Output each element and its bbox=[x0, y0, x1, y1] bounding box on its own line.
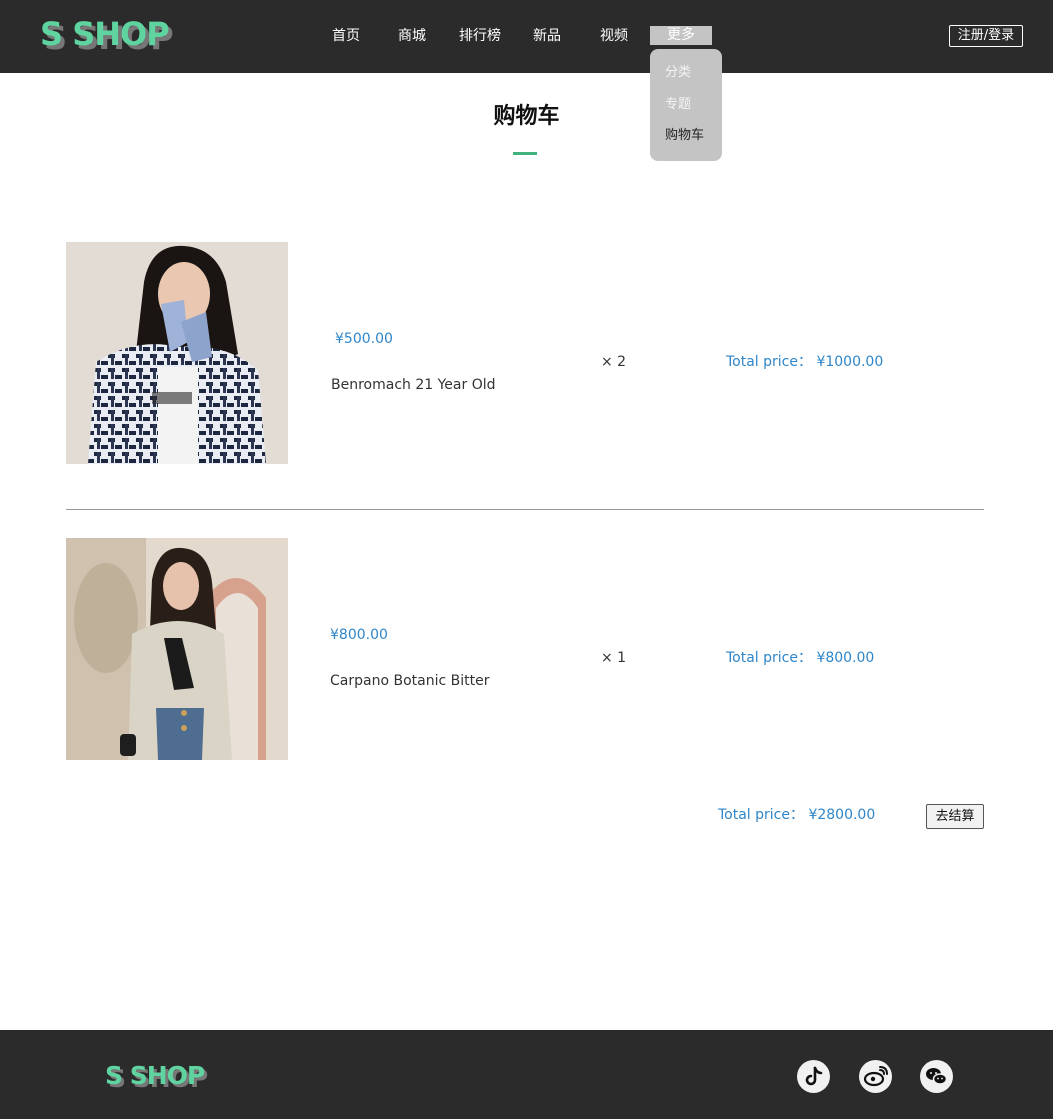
product-image-2[interactable] bbox=[66, 538, 288, 760]
dropdown-item-cart[interactable]: 购物车 bbox=[665, 127, 704, 145]
product-photo-woman-blazer bbox=[66, 538, 288, 760]
site-logo[interactable]: S SHOP bbox=[40, 14, 170, 54]
item-name[interactable]: Carpano Botanic Bitter bbox=[330, 672, 489, 690]
item-quantity: × 2 bbox=[601, 354, 627, 370]
more-dropdown-menu: 分类 专题 购物车 bbox=[650, 49, 722, 161]
title-underline bbox=[513, 152, 537, 155]
item-price: ¥800.00 bbox=[330, 627, 388, 643]
item-total-price: Total price： ¥1000.00 bbox=[726, 354, 884, 370]
cart-grand-total: Total price： ¥2800.00 bbox=[718, 807, 876, 823]
dropdown-item-topics[interactable]: 专题 bbox=[665, 96, 691, 114]
nav-more[interactable]: 更多 bbox=[650, 26, 712, 45]
footer: S SHOP bbox=[0, 1030, 1053, 1119]
item-total-price: Total price： ¥800.00 bbox=[726, 650, 875, 666]
nav-home[interactable]: 首页 bbox=[332, 26, 360, 46]
top-nav-bar: S SHOP 首页 商城 排行榜 新品 视频 更多 注册/登录 bbox=[0, 0, 1053, 73]
product-image-1[interactable] bbox=[66, 242, 288, 464]
login-register-button[interactable]: 注册/登录 bbox=[949, 25, 1023, 47]
nav-ranking[interactable]: 排行榜 bbox=[459, 26, 501, 46]
item-quantity: × 1 bbox=[601, 650, 627, 666]
wechat-icon[interactable] bbox=[920, 1060, 953, 1093]
nav-video[interactable]: 视频 bbox=[600, 26, 628, 46]
dropdown-item-category[interactable]: 分类 bbox=[665, 64, 691, 82]
page-title: 购物车 bbox=[493, 104, 560, 129]
product-photo-woman-knit-sweater bbox=[66, 242, 288, 464]
weibo-icon[interactable] bbox=[859, 1060, 892, 1093]
item-divider bbox=[66, 509, 984, 510]
footer-logo[interactable]: S SHOP bbox=[105, 1061, 205, 1091]
nav-new[interactable]: 新品 bbox=[533, 26, 561, 46]
item-price: ¥500.00 bbox=[335, 331, 393, 347]
tiktok-icon[interactable] bbox=[797, 1060, 830, 1093]
checkout-button[interactable]: 去结算 bbox=[926, 804, 984, 829]
item-name[interactable]: Benromach 21 Year Old bbox=[331, 376, 496, 394]
nav-mall[interactable]: 商城 bbox=[398, 26, 426, 46]
